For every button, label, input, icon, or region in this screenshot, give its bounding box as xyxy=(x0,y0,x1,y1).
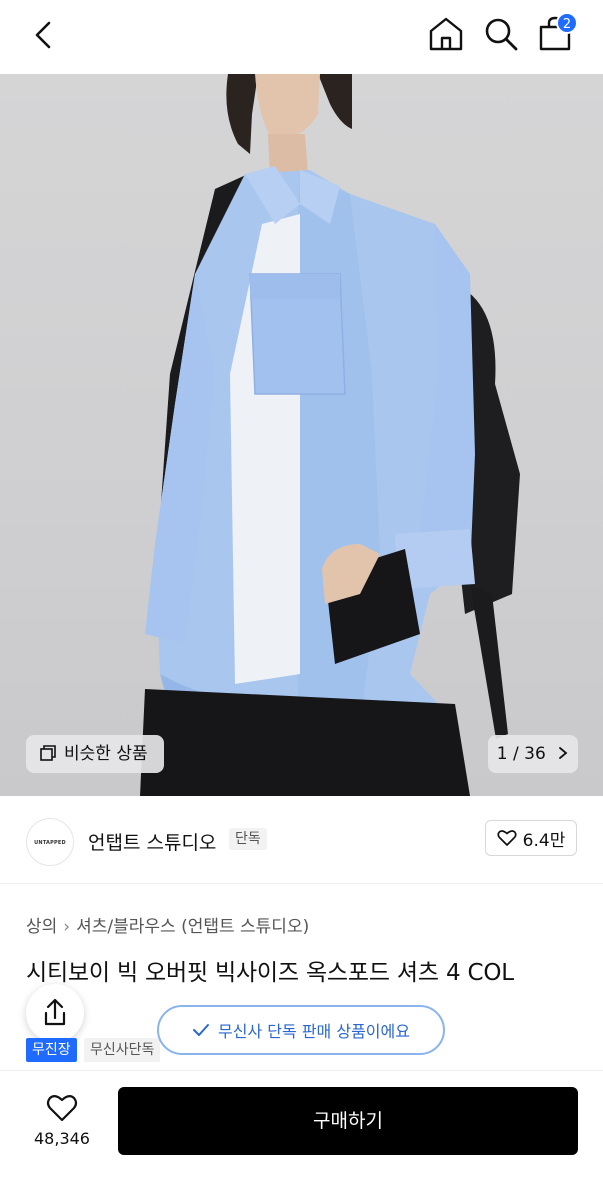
chevron-left-icon xyxy=(35,21,51,49)
back-button[interactable] xyxy=(22,14,66,58)
heart-outline-icon xyxy=(46,1095,78,1122)
wishlist-button[interactable] xyxy=(22,1089,102,1159)
buy-button[interactable]: 구매하기 xyxy=(118,1087,578,1155)
product-image-gallery[interactable]: 비슷한 상품 1 / 36 xyxy=(0,74,603,796)
product-title: 시티보이 빅 오버핏 빅사이즈 옥스포드 셔츠 4 COL xyxy=(26,960,514,986)
similar-products-button[interactable]: 비슷한 상품 xyxy=(26,735,164,773)
top-navigation-bar: 2 xyxy=(0,0,603,74)
heart-outline-icon xyxy=(497,830,517,846)
brand-name[interactable]: 언탭트 스튜디오 xyxy=(88,828,216,855)
search-icon xyxy=(485,18,518,51)
home-button[interactable] xyxy=(424,12,468,56)
bottom-purchase-bar: 48,346 구매하기 xyxy=(0,1070,603,1200)
chevron-right-icon xyxy=(559,747,568,759)
wishlist-count: 48,346 xyxy=(34,1129,90,1148)
brand-logo[interactable]: UNTAPPED xyxy=(26,818,74,866)
cart-count-badge: 2 xyxy=(556,12,578,34)
search-button[interactable] xyxy=(479,12,523,56)
brand-exclusive-tag: 단독 xyxy=(229,828,267,850)
toast-message: 무신사 단독 판매 상품이에요 xyxy=(218,1022,410,1041)
brand-like-button[interactable]: 6.4만 xyxy=(485,820,577,856)
share-icon xyxy=(44,998,66,1026)
check-icon xyxy=(193,1024,210,1036)
musinsa-exclusive-badge: 무신사단독 xyxy=(84,1038,161,1062)
exclusive-toast: 무신사 단독 판매 상품이에요 xyxy=(157,1005,445,1055)
breadcrumb-level2[interactable]: 셔츠/블라우스 (언탭트 스튜디오) xyxy=(76,917,309,937)
home-icon xyxy=(429,17,463,51)
share-button[interactable] xyxy=(26,984,84,1042)
product-photo xyxy=(140,74,520,796)
image-counter-text: 1 / 36 xyxy=(496,744,546,764)
brand-like-count: 6.4만 xyxy=(522,830,566,851)
similar-products-label: 비슷한 상품 xyxy=(64,744,148,764)
image-counter-button[interactable]: 1 / 36 xyxy=(488,735,578,773)
mujinjang-badge: 무진장 xyxy=(26,1038,77,1062)
similar-items-icon xyxy=(40,745,56,761)
breadcrumb-separator-icon: › xyxy=(63,917,71,937)
breadcrumb: 상의 › 셔츠/블라우스 (언탭트 스튜디오) xyxy=(26,912,309,937)
brand-row: UNTAPPED 언탭트 스튜디오 단독 6.4만 xyxy=(0,796,603,884)
breadcrumb-level1[interactable]: 상의 xyxy=(26,917,57,937)
